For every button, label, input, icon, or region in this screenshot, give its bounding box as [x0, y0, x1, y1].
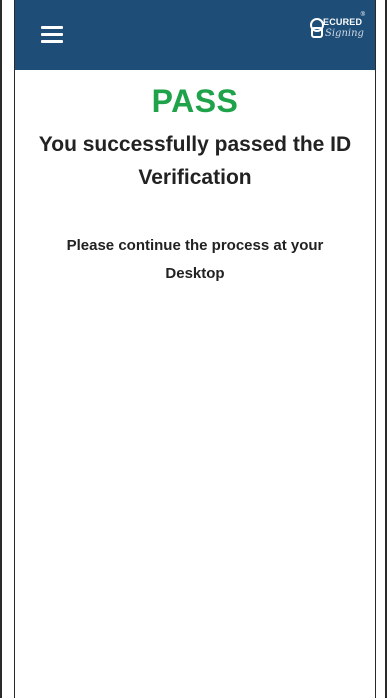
logo-text-top: ECURED	[323, 17, 363, 27]
menu-line	[41, 33, 63, 36]
logo-text-bottom: Signing	[325, 28, 364, 39]
secured-signing-logo[interactable]: ECURED Signing ®	[309, 12, 365, 44]
logo-registered-mark: ®	[360, 12, 365, 18]
top-navigation-bar: ECURED Signing ®	[14, 0, 376, 70]
verification-message: You successfully passed the ID Verificat…	[38, 133, 352, 189]
hamburger-menu-icon[interactable]	[41, 26, 63, 44]
verification-status: PASS	[151, 83, 239, 119]
next-step-instruction: Please continue the process at your Desk…	[66, 237, 324, 282]
main-content: PASS You successfully passed the ID Veri…	[14, 70, 376, 698]
app-frame: ECURED Signing ® PASS You successfully p…	[0, 0, 387, 698]
menu-line	[41, 26, 63, 29]
menu-line	[41, 40, 63, 43]
